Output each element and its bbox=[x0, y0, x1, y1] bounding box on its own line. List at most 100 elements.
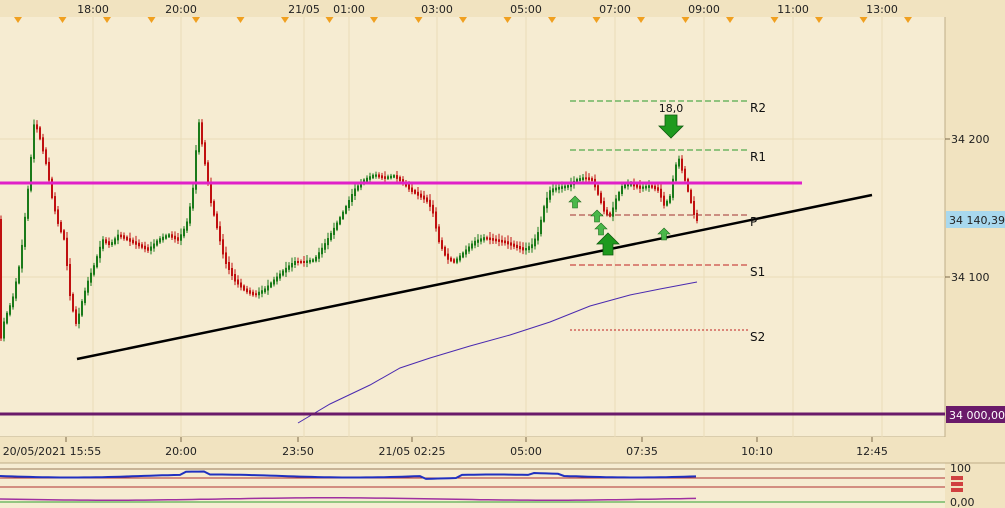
candle-down bbox=[690, 189, 692, 203]
top-time-label: 13:00 bbox=[866, 3, 898, 16]
pivot-level-label: S2 bbox=[750, 330, 765, 344]
candle-up bbox=[6, 312, 8, 324]
candle-up bbox=[93, 265, 95, 275]
candle-down bbox=[147, 247, 149, 251]
candle-down bbox=[588, 177, 590, 181]
candle-down bbox=[522, 247, 524, 251]
candle-up bbox=[390, 175, 392, 179]
candle-down bbox=[408, 184, 410, 190]
candle-up bbox=[612, 207, 614, 217]
candle-up bbox=[12, 296, 14, 308]
candle-down bbox=[222, 239, 224, 255]
candle-up bbox=[615, 198, 617, 210]
candle-down bbox=[399, 176, 401, 182]
candle-down bbox=[438, 226, 440, 243]
indicator-pane[interactable] bbox=[0, 463, 945, 508]
candle-down bbox=[54, 196, 56, 212]
candle-down bbox=[141, 244, 143, 248]
candle-up bbox=[165, 235, 167, 239]
candle-up bbox=[324, 243, 326, 250]
candle-down bbox=[411, 187, 413, 192]
candle-up bbox=[561, 186, 563, 189]
candle-down bbox=[585, 177, 587, 180]
candle-down bbox=[516, 244, 518, 248]
candle-up bbox=[645, 185, 647, 189]
candle-down bbox=[591, 178, 593, 181]
candle-down bbox=[42, 137, 44, 152]
candle-down bbox=[489, 237, 491, 241]
indicator-marker-2 bbox=[951, 482, 963, 486]
candle-down bbox=[396, 175, 398, 179]
candle-up bbox=[555, 187, 557, 191]
candle-down bbox=[63, 230, 65, 240]
candle-up bbox=[330, 232, 332, 241]
candle-down bbox=[240, 282, 242, 288]
candle-up bbox=[558, 186, 560, 190]
candle-up bbox=[342, 211, 344, 220]
candle-up bbox=[483, 237, 485, 241]
current-price-label: 34 140,39 bbox=[949, 214, 1005, 227]
indicator-marker-3 bbox=[951, 488, 963, 492]
candle-up bbox=[348, 200, 350, 208]
candle-down bbox=[105, 239, 107, 244]
candle-down bbox=[639, 185, 641, 189]
candle-up bbox=[669, 195, 671, 203]
candle-up bbox=[546, 197, 548, 209]
candle-up bbox=[261, 290, 263, 294]
candle-down bbox=[684, 168, 686, 181]
candle-down bbox=[663, 195, 665, 206]
candle-down bbox=[219, 226, 221, 242]
candle-down bbox=[687, 178, 689, 192]
bottom-axis-band bbox=[0, 437, 1005, 463]
candle-up bbox=[282, 270, 284, 276]
candle-up bbox=[666, 200, 668, 206]
candle-down bbox=[420, 193, 422, 198]
candle-down bbox=[234, 274, 236, 282]
candle-up bbox=[393, 175, 395, 178]
candle-up bbox=[96, 256, 98, 268]
candle-up bbox=[273, 279, 275, 285]
candle-up bbox=[87, 280, 89, 293]
pivot-level-label: P bbox=[750, 215, 757, 229]
candle-down bbox=[606, 209, 608, 215]
candle-up bbox=[156, 240, 158, 246]
candle-down bbox=[57, 209, 59, 224]
candle-up bbox=[366, 177, 368, 182]
candle-down bbox=[441, 240, 443, 249]
candle-down bbox=[45, 149, 47, 164]
candle-up bbox=[315, 256, 317, 262]
candle-up bbox=[9, 305, 11, 315]
candle-down bbox=[255, 293, 257, 296]
bottom-time-label: 10:10 bbox=[741, 445, 773, 458]
plot-area[interactable] bbox=[0, 17, 932, 437]
candle-up bbox=[333, 227, 335, 235]
candle-down bbox=[657, 187, 659, 191]
candle-up bbox=[264, 288, 266, 293]
candle-up bbox=[150, 246, 152, 251]
candle-up bbox=[375, 174, 377, 177]
candle-up bbox=[258, 291, 260, 296]
indicator-label-100: 100 bbox=[950, 462, 971, 475]
candle-down bbox=[603, 201, 605, 212]
candle-up bbox=[321, 247, 323, 255]
candle-up bbox=[531, 244, 533, 249]
candle-down bbox=[210, 182, 212, 204]
candle-up bbox=[624, 184, 626, 188]
pivot-level-label: R1 bbox=[750, 150, 766, 164]
candle-up bbox=[465, 249, 467, 255]
candle-up bbox=[525, 248, 527, 251]
bottom-time-label: 07:35 bbox=[626, 445, 658, 458]
bottom-time-label: 05:00 bbox=[510, 445, 542, 458]
top-time-label: 01:00 bbox=[333, 3, 365, 16]
candle-down bbox=[75, 309, 77, 324]
candle-up bbox=[15, 281, 17, 299]
candle-up bbox=[288, 265, 290, 270]
candle-down bbox=[495, 238, 497, 242]
candle-down bbox=[450, 257, 452, 262]
candle-up bbox=[567, 185, 569, 188]
candle-up bbox=[270, 282, 272, 288]
candle-down bbox=[435, 211, 437, 229]
candle-down bbox=[39, 127, 41, 140]
candle-up bbox=[480, 238, 482, 242]
top-time-label: 07:00 bbox=[599, 3, 631, 16]
